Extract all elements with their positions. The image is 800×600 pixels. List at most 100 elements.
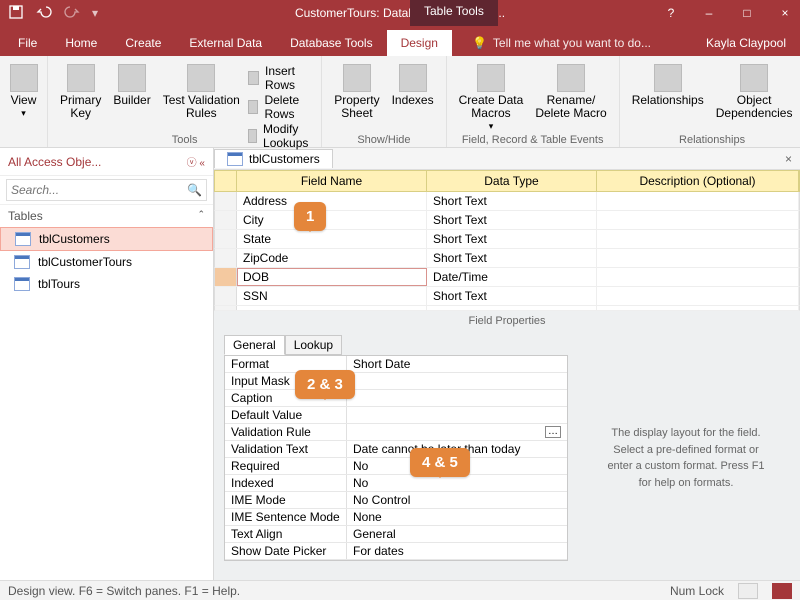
tab-create[interactable]: Create	[111, 30, 175, 56]
tell-me-search[interactable]: 💡Tell me what you want to do...	[458, 30, 665, 56]
cell-data-type[interactable]: Short Text	[427, 192, 597, 210]
rename-delete-macro-button[interactable]: Rename/ Delete Macro	[531, 60, 610, 136]
insert-rows-button[interactable]: Insert Rows	[248, 64, 313, 92]
fp-tab-general[interactable]: General	[224, 335, 285, 355]
help-icon[interactable]: ?	[664, 6, 678, 20]
cell-data-type[interactable]: Short Text	[427, 287, 597, 305]
cell-description[interactable]	[597, 249, 799, 267]
cell-field-name[interactable]: DOB	[237, 268, 427, 286]
fp-value[interactable]: For dates	[347, 543, 567, 559]
fp-row[interactable]: Text AlignGeneral	[225, 526, 567, 543]
fp-value[interactable]	[347, 407, 567, 423]
fp-value[interactable]: …	[347, 424, 567, 440]
minimize-icon[interactable]: –	[702, 6, 716, 20]
cell-description[interactable]	[597, 192, 799, 210]
fp-row[interactable]: Input Mask	[225, 373, 567, 390]
fp-row[interactable]: Show Date PickerFor dates	[225, 543, 567, 560]
cell-field-name[interactable]: SSN	[237, 287, 427, 305]
fp-row[interactable]: RequiredNo	[225, 458, 567, 475]
delete-rows-button[interactable]: Delete Rows	[248, 93, 313, 121]
cell-field-name[interactable]: Address	[237, 192, 427, 210]
nav-search-input[interactable]	[7, 180, 183, 200]
cell-description[interactable]	[597, 230, 799, 248]
nav-item-tblcustomers[interactable]: tblCustomers	[0, 227, 213, 251]
fp-row[interactable]: IndexedNo	[225, 475, 567, 492]
fp-key: Text Align	[225, 526, 347, 542]
doc-tab-tblcustomers[interactable]: tblCustomers	[214, 149, 333, 168]
builder-launch-icon[interactable]: …	[545, 426, 561, 438]
fp-value[interactable]	[347, 390, 567, 406]
cell-data-type[interactable]: Short Text	[427, 249, 597, 267]
macros-icon	[477, 64, 505, 92]
nav-item-tblcustomertours[interactable]: tblCustomerTours	[0, 251, 213, 273]
close-doc-icon[interactable]: ×	[777, 152, 800, 166]
grid-row[interactable]: SSNShort Text	[214, 287, 800, 306]
cell-description[interactable]	[597, 268, 799, 286]
header-data-type[interactable]: Data Type	[427, 171, 597, 191]
cell-description[interactable]	[597, 287, 799, 305]
row-selector[interactable]	[215, 230, 237, 248]
row-selector[interactable]	[215, 268, 237, 286]
cell-field-name[interactable]: City	[237, 211, 427, 229]
fp-value[interactable]	[347, 373, 567, 389]
fp-value[interactable]: Short Date	[347, 356, 567, 372]
navigation-pane: All Access Obje... ⓥ « 🔍 Tables⌃ tblCust…	[0, 148, 214, 580]
fp-row[interactable]: Default Value	[225, 407, 567, 424]
fp-value[interactable]: General	[347, 526, 567, 542]
fp-value[interactable]: No Control	[347, 492, 567, 508]
datasheet-view-button[interactable]	[738, 583, 758, 599]
nav-group-tables[interactable]: Tables⌃	[0, 204, 213, 227]
nav-item-tbltours[interactable]: tblTours	[0, 273, 213, 295]
tab-file[interactable]: File	[4, 30, 51, 56]
fp-value[interactable]: None	[347, 509, 567, 525]
undo-icon[interactable]	[36, 4, 52, 23]
grid-row[interactable]: StateShort Text	[214, 230, 800, 249]
status-bar: Design view. F6 = Switch panes. F1 = Hel…	[0, 580, 800, 600]
nav-heading[interactable]: All Access Obje...	[8, 155, 101, 169]
row-selector[interactable]	[215, 249, 237, 267]
view-button[interactable]: View▾	[6, 60, 42, 123]
tab-database-tools[interactable]: Database Tools	[276, 30, 387, 56]
row-selector-header[interactable]	[215, 171, 237, 191]
redo-icon[interactable]	[64, 4, 80, 23]
signed-in-user[interactable]: Kayla Claypool	[696, 30, 796, 56]
grid-row[interactable]: DOBDate/Time	[214, 268, 800, 287]
header-description[interactable]: Description (Optional)	[597, 171, 799, 191]
cell-field-name[interactable]: ZipCode	[237, 249, 427, 267]
row-selector[interactable]	[215, 287, 237, 305]
property-sheet-button[interactable]: Property Sheet	[330, 60, 383, 124]
fp-row[interactable]: FormatShort Date	[225, 356, 567, 373]
relationships-button[interactable]: Relationships	[628, 60, 708, 124]
close-icon[interactable]: ×	[778, 6, 792, 20]
cell-data-type[interactable]: Short Text	[427, 211, 597, 229]
cell-field-name[interactable]: State	[237, 230, 427, 248]
fp-row[interactable]: IME Sentence ModeNone	[225, 509, 567, 526]
row-selector[interactable]	[215, 192, 237, 210]
delete-rows-icon	[248, 100, 259, 114]
tab-external-data[interactable]: External Data	[175, 30, 276, 56]
tab-design[interactable]: Design	[387, 30, 452, 56]
header-field-name[interactable]: Field Name	[237, 171, 427, 191]
object-dependencies-button[interactable]: Object Dependencies	[712, 60, 797, 124]
cell-data-type[interactable]: Date/Time	[427, 268, 597, 286]
cell-description[interactable]	[597, 211, 799, 229]
nav-dropdown-icon[interactable]: ⓥ «	[187, 154, 205, 169]
property-help-text: The display layout for the field. Select…	[582, 355, 790, 561]
row-selector[interactable]	[215, 211, 237, 229]
fp-row[interactable]: IME ModeNo Control	[225, 492, 567, 509]
nav-search[interactable]: 🔍	[6, 179, 207, 201]
save-icon[interactable]	[8, 4, 24, 23]
fp-tab-lookup[interactable]: Lookup	[285, 335, 342, 355]
fp-value[interactable]: No	[347, 475, 567, 491]
design-view-button[interactable]	[772, 583, 792, 599]
grid-row[interactable]: ZipCodeShort Text	[214, 249, 800, 268]
fp-row[interactable]: Validation Rule…	[225, 424, 567, 441]
cell-data-type[interactable]: Short Text	[427, 230, 597, 248]
search-icon[interactable]: 🔍	[183, 183, 206, 197]
fp-row[interactable]: Caption	[225, 390, 567, 407]
maximize-icon[interactable]: □	[740, 6, 754, 20]
tab-home[interactable]: Home	[51, 30, 111, 56]
create-data-macros-button[interactable]: Create Data Macros▾	[455, 60, 528, 136]
fp-row[interactable]: Validation TextDate cannot be later than…	[225, 441, 567, 458]
indexes-button[interactable]: Indexes	[388, 60, 438, 124]
